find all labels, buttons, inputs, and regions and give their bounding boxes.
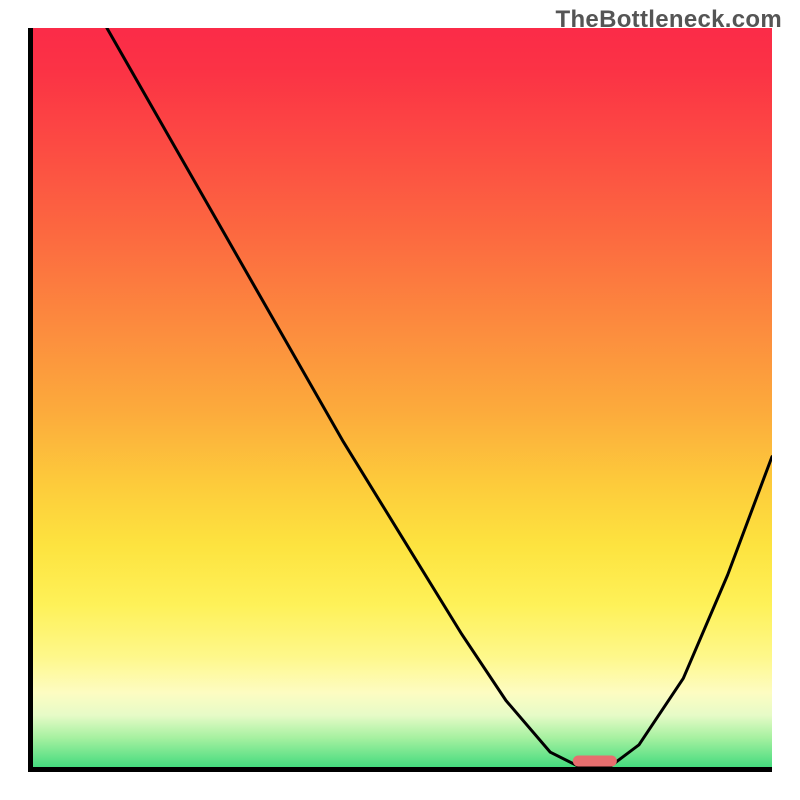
plot-frame: [28, 28, 772, 772]
watermark-text: TheBottleneck.com: [556, 6, 782, 34]
bottleneck-chart: TheBottleneck.com: [0, 0, 800, 800]
optimal-marker: [572, 756, 616, 767]
bottleneck-curve: [33, 28, 772, 767]
